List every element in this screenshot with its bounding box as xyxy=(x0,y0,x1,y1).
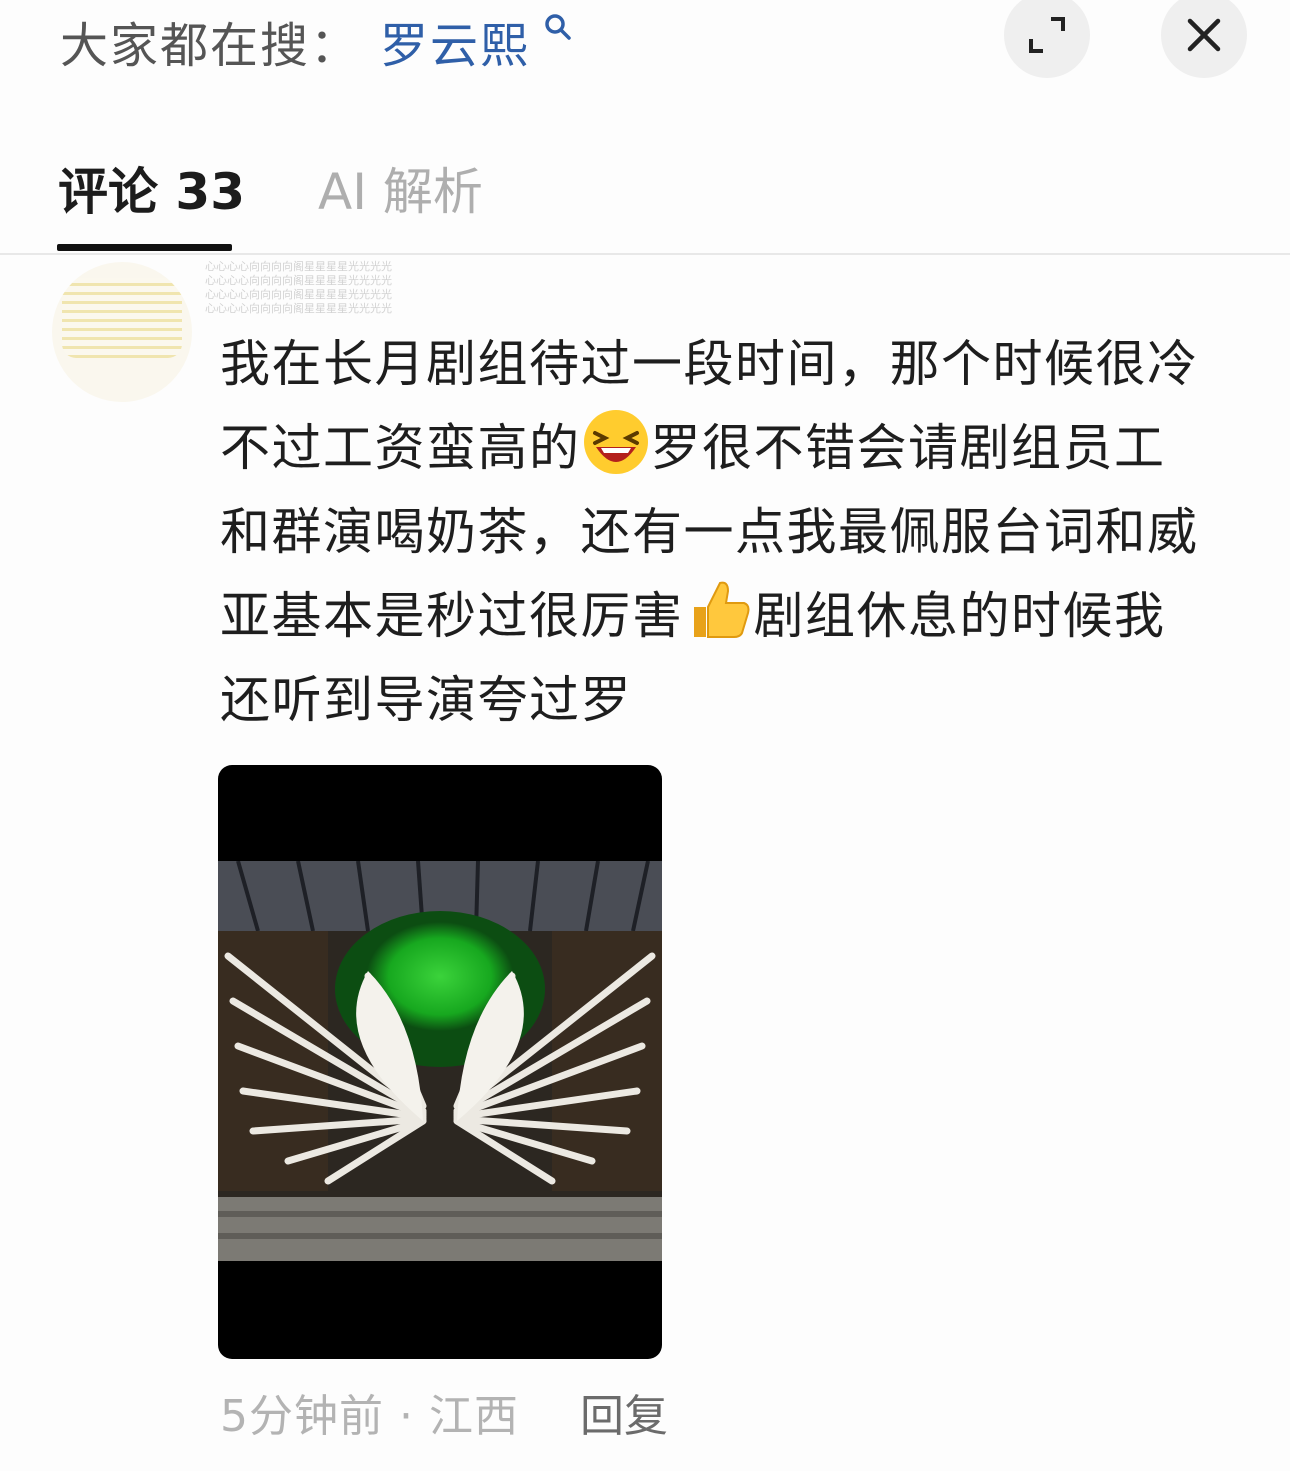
comment-fragment: 剧组休息的时候我 xyxy=(753,587,1166,645)
thumbs-up-icon xyxy=(693,581,749,638)
comment-line: 还听到导演夸过罗 xyxy=(220,671,632,729)
reply-button[interactable]: 回复 xyxy=(580,1380,668,1444)
avatar[interactable] xyxy=(52,262,192,402)
meta-separator: · xyxy=(399,1391,414,1442)
active-tab-indicator xyxy=(57,244,232,251)
comment-fragment: 亚基本是秒过很厉害 xyxy=(220,587,684,645)
comment-photo[interactable] xyxy=(218,765,662,1359)
comment-line: 亚基本是秒过很厉害 剧组休息的时候我 xyxy=(220,574,1240,658)
expand-button[interactable] xyxy=(1004,0,1090,78)
comment-location: 江西 xyxy=(429,1391,519,1442)
close-icon xyxy=(1187,18,1221,52)
watermark-line: 心心心心向向向向阁星星星星光光光光 xyxy=(205,302,392,315)
tab-ai-analysis[interactable]: AI 解析 xyxy=(318,152,483,224)
close-button[interactable] xyxy=(1161,0,1247,78)
comment-fragment: 罗很不错会请剧组员工 xyxy=(650,419,1166,477)
search-icon[interactable] xyxy=(543,12,573,42)
comment-line: 不过工资蛮高的 罗很不错会请剧组员工 xyxy=(220,406,1240,490)
comment-line: 和群演喝奶茶，还有一点我最佩服台词和威 xyxy=(220,503,1199,561)
comment-meta: 5分钟前 · 江西 xyxy=(220,1380,519,1444)
tab-divider xyxy=(0,253,1290,255)
film-set-wings-image xyxy=(218,861,662,1261)
hot-search-prefix: 大家都在搜： xyxy=(60,18,361,74)
expand-icon xyxy=(1029,17,1065,53)
tab-comments[interactable]: 评论 33 xyxy=(58,152,245,224)
laughing-emoji-icon xyxy=(583,410,648,474)
hot-search-term[interactable]: 罗云熙 xyxy=(380,6,530,76)
comment-fragment: 不过工资蛮高的 xyxy=(220,419,581,477)
comment-line: 我在长月剧组待过一段时间，那个时候很冷 xyxy=(220,335,1199,393)
comment-time: 5分钟前 xyxy=(220,1391,384,1442)
comment-body: 我在长月剧组待过一段时间，那个时候很冷 不过工资蛮高的 罗很不错会请剧组员工 和… xyxy=(220,322,1240,742)
